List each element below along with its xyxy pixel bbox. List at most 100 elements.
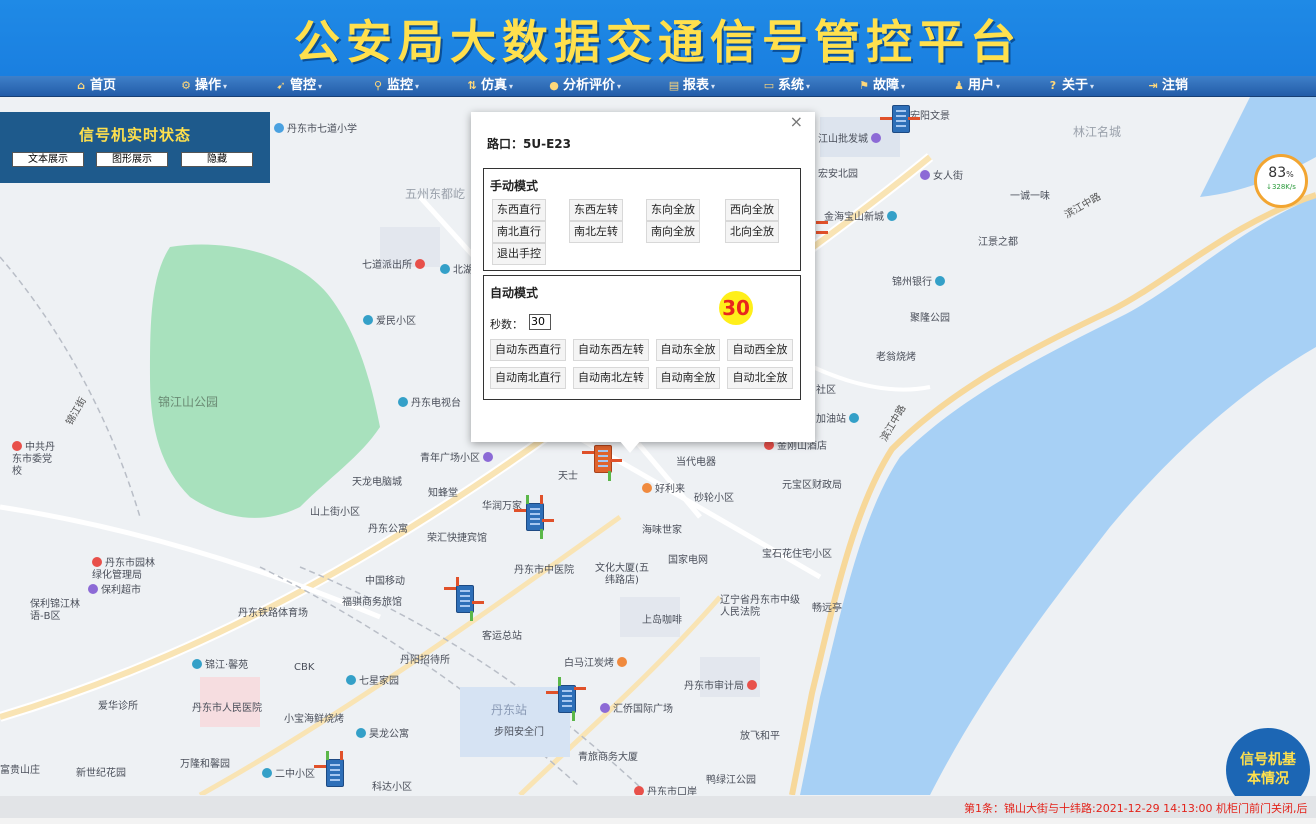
poi[interactable]: 爱华诊所 (98, 701, 138, 713)
poi[interactable]: 国家电网 (668, 555, 708, 567)
manual-ns-straight-button[interactable]: 南北直行 (492, 221, 546, 243)
poi[interactable]: 昊龙公寓 (356, 728, 409, 741)
poi[interactable]: 万隆和馨园 (180, 759, 230, 771)
poi[interactable]: 文化大厦(五纬路店) (592, 563, 652, 587)
poi[interactable]: 丹东市园林绿化管理局 (92, 557, 164, 582)
poi[interactable]: 江景之都 (978, 237, 1018, 249)
poi[interactable]: 好利来 (642, 483, 685, 496)
auto-south-all-button[interactable]: 自动南全放 (656, 367, 720, 389)
poi[interactable]: 元宝区财政局 (782, 480, 842, 492)
poi[interactable]: CBK (294, 662, 314, 674)
poi[interactable]: 北湖 (440, 264, 473, 277)
poi[interactable]: 汇侨国际广场 (600, 703, 673, 716)
manual-ns-left-button[interactable]: 南北左转 (569, 221, 623, 243)
poi[interactable]: 爱民小区 (363, 315, 416, 328)
poi[interactable]: 荣汇快捷宾馆 (427, 533, 487, 545)
poi[interactable]: 辽宁省丹东市中级人民法院 (720, 595, 804, 619)
poi[interactable]: 天龙电脑城 (352, 477, 402, 489)
poi[interactable]: 小宝海鲜烧烤 (284, 714, 344, 726)
poi[interactable]: 女人街 (920, 170, 963, 183)
poi[interactable]: 中共丹东市委党校 (12, 441, 60, 478)
poi[interactable]: 上岛咖啡 (642, 615, 682, 627)
poi[interactable]: 丹阳招待所 (400, 655, 450, 667)
poi[interactable]: 丹东市七道小学 (274, 123, 357, 136)
poi[interactable]: 客运总站 (482, 631, 522, 643)
nav-user[interactable]: ♟ 用户 ▾ (953, 77, 1000, 95)
poi[interactable]: 锦州银行 (892, 276, 948, 289)
nav-analysis[interactable]: ● 分析评价 ▾ (548, 77, 621, 95)
poi[interactable]: 鸭绿江公园 (706, 775, 756, 787)
poi[interactable]: 中国移动 (365, 576, 405, 588)
poi[interactable]: 丹东市人民医院 (192, 703, 262, 715)
poi[interactable]: 放飞和平 (740, 731, 780, 743)
poi[interactable]: 保利超市 (88, 584, 141, 597)
poi[interactable]: 天士 (558, 471, 578, 483)
text-view-button[interactable]: 文本展示 (12, 152, 84, 167)
poi[interactable]: 当代电器 (676, 457, 716, 469)
auto-ns-straight-button[interactable]: 自动南北直行 (490, 367, 566, 389)
poi[interactable]: 白马江炭烤 (564, 657, 630, 670)
poi[interactable]: 七星家园 (346, 675, 399, 688)
signal-machine-selected-icon[interactable] (582, 437, 622, 481)
poi[interactable]: 丹东市口岸 (634, 786, 697, 795)
poi[interactable]: 新世纪花园 (76, 768, 126, 780)
poi[interactable]: 富贵山庄 (0, 765, 40, 777)
poi[interactable]: 丹东电视台 (398, 397, 461, 410)
manual-west-all-button[interactable]: 西向全放 (725, 199, 779, 221)
signal-machine-icon[interactable] (314, 751, 354, 795)
poi[interactable]: 福骐商务旅馆 (342, 597, 402, 609)
nav-home[interactable]: ⌂ 首页 (75, 77, 116, 95)
close-icon[interactable]: × (790, 112, 803, 131)
poi[interactable]: 江山批发城 (818, 133, 884, 146)
signal-machine-icon[interactable] (546, 677, 586, 721)
poi[interactable]: 科达小区 (372, 782, 412, 794)
poi[interactable]: 步阳安全门 (494, 727, 544, 739)
poi[interactable]: 丹东市审计局 (684, 680, 760, 693)
nav-logout[interactable]: ⇥ 注销 (1147, 77, 1188, 95)
poi[interactable]: 聚隆公园 (910, 313, 950, 325)
poi[interactable]: 丹东市中医院 (514, 565, 574, 577)
nav-control[interactable]: ➹ 管控 ▾ (275, 77, 322, 95)
nav-fault[interactable]: ⚑ 故障 ▾ (858, 77, 905, 95)
poi[interactable]: 知蜂堂 (428, 488, 458, 500)
auto-north-all-button[interactable]: 自动北全放 (727, 367, 793, 389)
signal-machine-icon[interactable] (880, 97, 920, 141)
signal-machine-icon[interactable] (444, 577, 484, 621)
nav-simulation[interactable]: ⇅ 仿真 ▾ (466, 77, 513, 95)
poi[interactable]: 青旅商务大厦 (578, 752, 638, 764)
poi[interactable]: 二中小区 (262, 768, 315, 781)
manual-north-all-button[interactable]: 北向全放 (725, 221, 779, 243)
auto-ew-left-button[interactable]: 自动东西左转 (573, 339, 649, 361)
poi[interactable]: 宏安北园 (818, 169, 858, 181)
manual-ew-straight-button[interactable]: 东西直行 (492, 199, 546, 221)
poi[interactable]: 畅远亭 (812, 603, 842, 615)
manual-south-all-button[interactable]: 南向全放 (646, 221, 700, 243)
manual-ew-left-button[interactable]: 东西左转 (569, 199, 623, 221)
poi[interactable]: 山上街小区 (310, 507, 360, 519)
nav-report[interactable]: ▤ 报表 ▾ (668, 77, 715, 95)
auto-ns-left-button[interactable]: 自动南北左转 (573, 367, 649, 389)
poi[interactable]: 宝石花住宅小区 (762, 549, 832, 561)
poi[interactable]: 青年广场小区 (420, 452, 496, 465)
nav-operation[interactable]: ⚙ 操作 ▾ (180, 77, 227, 95)
poi[interactable]: 一诚一味 (1010, 191, 1050, 203)
hide-button[interactable]: 隐藏 (181, 152, 253, 167)
nav-monitor[interactable]: ⚲ 监控 ▾ (372, 77, 419, 95)
graphic-view-button[interactable]: 图形展示 (96, 152, 168, 167)
manual-east-all-button[interactable]: 东向全放 (646, 199, 700, 221)
signal-machine-icon[interactable] (514, 495, 554, 539)
auto-east-all-button[interactable]: 自动东全放 (656, 339, 720, 361)
nav-about[interactable]: ? 关于 ▾ (1047, 77, 1094, 95)
poi[interactable]: 老翁烧烤 (876, 352, 916, 364)
seconds-input[interactable]: 30 (529, 314, 551, 330)
poi[interactable]: 七道派出所 (362, 259, 428, 272)
nav-system[interactable]: ▭ 系统 ▾ (763, 77, 810, 95)
auto-west-all-button[interactable]: 自动西全放 (727, 339, 793, 361)
poi[interactable]: 保利锦江林语-B区 (30, 599, 80, 623)
auto-ew-straight-button[interactable]: 自动东西直行 (490, 339, 566, 361)
poi[interactable]: 锦江·馨苑 (192, 659, 248, 672)
poi[interactable]: 砂轮小区 (694, 493, 734, 505)
poi[interactable]: 丹东铁路体育场 (238, 608, 308, 620)
exit-manual-button[interactable]: 退出手控 (492, 243, 546, 265)
poi[interactable]: 海味世家 (642, 525, 682, 537)
